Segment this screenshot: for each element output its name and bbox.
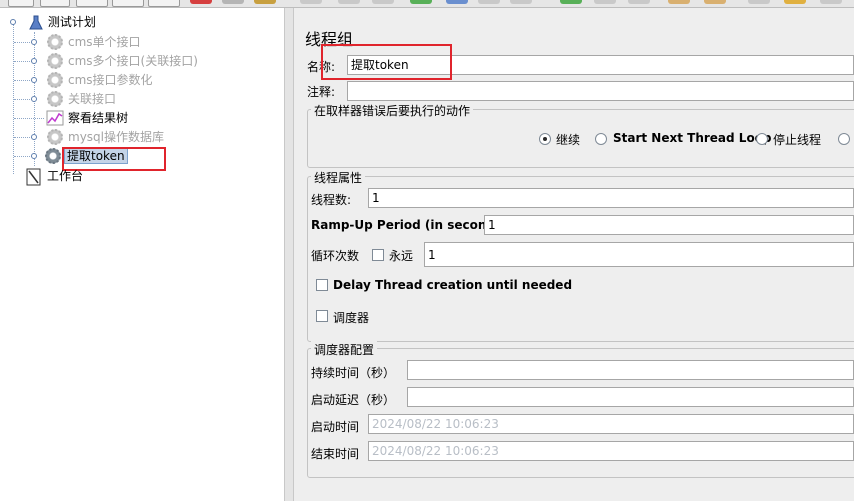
gear-icon bbox=[46, 90, 64, 108]
start-no-pause-icon[interactable] bbox=[446, 0, 468, 4]
delay-thread-label[interactable]: Delay Thread creation until needed bbox=[333, 278, 572, 292]
workbench-icon bbox=[26, 168, 41, 186]
continue-label[interactable]: 继续 bbox=[556, 131, 580, 148]
toolbar bbox=[0, 0, 854, 8]
start-time-field[interactable]: 2024/08/22 10:06:23 bbox=[368, 414, 854, 434]
tree-node-label[interactable]: 察看结果树 bbox=[68, 109, 128, 127]
comment-label: 注释: bbox=[307, 85, 336, 99]
start-time-label: 启动时间 bbox=[311, 420, 360, 434]
gear-icon bbox=[46, 33, 64, 51]
help-icon[interactable] bbox=[820, 0, 842, 4]
expand-icon[interactable] bbox=[300, 0, 322, 4]
tree-connector bbox=[14, 137, 32, 138]
duration-label: 持续时间（秒） bbox=[311, 366, 396, 380]
clear-all-icon[interactable] bbox=[704, 0, 726, 4]
thread-group-panel: 线程组 名称: 提取token 注释: 在取样器错误后要执行的动作 继续 Sta… bbox=[295, 8, 854, 501]
threads-label: 线程数: bbox=[311, 193, 352, 207]
remote-start-icon[interactable] bbox=[560, 0, 582, 4]
toggle-icon[interactable] bbox=[372, 0, 394, 4]
tree-node-test-plan[interactable]: 测试计划 bbox=[28, 13, 96, 31]
expand-toggle[interactable] bbox=[31, 39, 37, 45]
stop-thread-radio[interactable] bbox=[756, 133, 768, 145]
shutdown-icon[interactable] bbox=[510, 0, 532, 4]
toolbar-button[interactable] bbox=[148, 0, 180, 7]
continue-radio[interactable] bbox=[539, 133, 551, 145]
flask-icon bbox=[29, 15, 43, 29]
scheduler-checkbox[interactable] bbox=[316, 310, 328, 322]
paste-icon[interactable] bbox=[254, 0, 276, 4]
delay-thread-checkbox[interactable] bbox=[316, 279, 328, 291]
tree-node-label[interactable]: cms单个接口 bbox=[68, 33, 141, 51]
cut-icon[interactable] bbox=[190, 0, 212, 4]
scheduler-config-legend: 调度器配置 bbox=[311, 341, 378, 358]
remote-exit-icon[interactable] bbox=[628, 0, 650, 4]
tree-connector bbox=[14, 61, 32, 62]
thread-properties-legend: 线程属性 bbox=[311, 169, 366, 186]
tree-node-label[interactable]: 关联接口 bbox=[68, 90, 116, 108]
tree-connector bbox=[14, 99, 32, 100]
expand-toggle[interactable] bbox=[31, 58, 37, 64]
clear-icon[interactable] bbox=[668, 0, 690, 4]
duration-field[interactable] bbox=[407, 360, 854, 380]
comment-field[interactable] bbox=[347, 81, 854, 101]
rampup-label: Ramp-Up Period (in seconds): bbox=[311, 218, 513, 232]
tree-connector bbox=[14, 156, 32, 157]
tree-node-label[interactable]: 工作台 bbox=[47, 167, 83, 185]
tree-node-label[interactable]: cms多个接口(关联接口) bbox=[68, 52, 198, 70]
loop-count-label: 循环次数 bbox=[311, 249, 360, 263]
loop-count-field[interactable]: 1 bbox=[424, 242, 854, 267]
test-plan-tree: 测试计划 cms单个接口 cms多个接口(关联接口) cms接口参数化 关联接口… bbox=[0, 8, 285, 501]
expand-toggle[interactable] bbox=[10, 19, 16, 25]
tree-connector bbox=[14, 42, 32, 43]
split-pane-divider[interactable] bbox=[284, 8, 294, 501]
search-icon[interactable] bbox=[748, 0, 770, 4]
stop-thread-label[interactable]: 停止线程 bbox=[773, 131, 821, 148]
stop-icon[interactable] bbox=[478, 0, 500, 4]
toolbar-button[interactable] bbox=[76, 0, 108, 7]
next-loop-radio[interactable] bbox=[595, 133, 607, 145]
expand-toggle[interactable] bbox=[31, 96, 37, 102]
function-helper-icon[interactable] bbox=[784, 0, 806, 4]
collapse-icon[interactable] bbox=[338, 0, 360, 4]
toolbar-button[interactable] bbox=[40, 0, 70, 7]
startup-delay-label: 启动延迟（秒） bbox=[311, 393, 396, 407]
highlight-box bbox=[321, 44, 452, 80]
gear-icon bbox=[44, 147, 62, 165]
forever-checkbox[interactable] bbox=[372, 249, 384, 261]
forever-label[interactable]: 永远 bbox=[389, 247, 413, 264]
tree-node-label[interactable]: mysql操作数据库 bbox=[68, 128, 164, 146]
remote-stop-icon[interactable] bbox=[594, 0, 616, 4]
tree-connector bbox=[14, 118, 44, 119]
expand-toggle[interactable] bbox=[31, 153, 37, 159]
end-time-label: 结束时间 bbox=[311, 447, 360, 461]
gear-icon bbox=[46, 52, 64, 70]
chart-icon bbox=[46, 110, 64, 126]
stop-test-radio[interactable] bbox=[838, 133, 850, 145]
end-time-field[interactable]: 2024/08/22 10:06:23 bbox=[368, 441, 854, 461]
tree-node-label: 测试计划 bbox=[47, 15, 96, 29]
startup-delay-field[interactable] bbox=[407, 387, 854, 407]
copy-icon[interactable] bbox=[222, 0, 244, 4]
scheduler-label[interactable]: 调度器 bbox=[333, 309, 369, 326]
threads-field[interactable]: 1 bbox=[368, 188, 854, 208]
gear-icon bbox=[46, 128, 64, 146]
tree-connector bbox=[14, 80, 32, 81]
expand-toggle[interactable] bbox=[31, 134, 37, 140]
toolbar-button[interactable] bbox=[112, 0, 144, 7]
toolbar-button[interactable] bbox=[8, 0, 34, 7]
next-loop-label[interactable]: Start Next Thread Loop bbox=[613, 131, 772, 145]
rampup-field[interactable]: 1 bbox=[484, 215, 854, 235]
start-icon[interactable] bbox=[410, 0, 432, 4]
error-action-legend: 在取样器错误后要执行的动作 bbox=[311, 102, 474, 119]
gear-icon bbox=[46, 71, 64, 89]
expand-toggle[interactable] bbox=[31, 77, 37, 83]
tree-node-label[interactable]: cms接口参数化 bbox=[68, 71, 153, 89]
